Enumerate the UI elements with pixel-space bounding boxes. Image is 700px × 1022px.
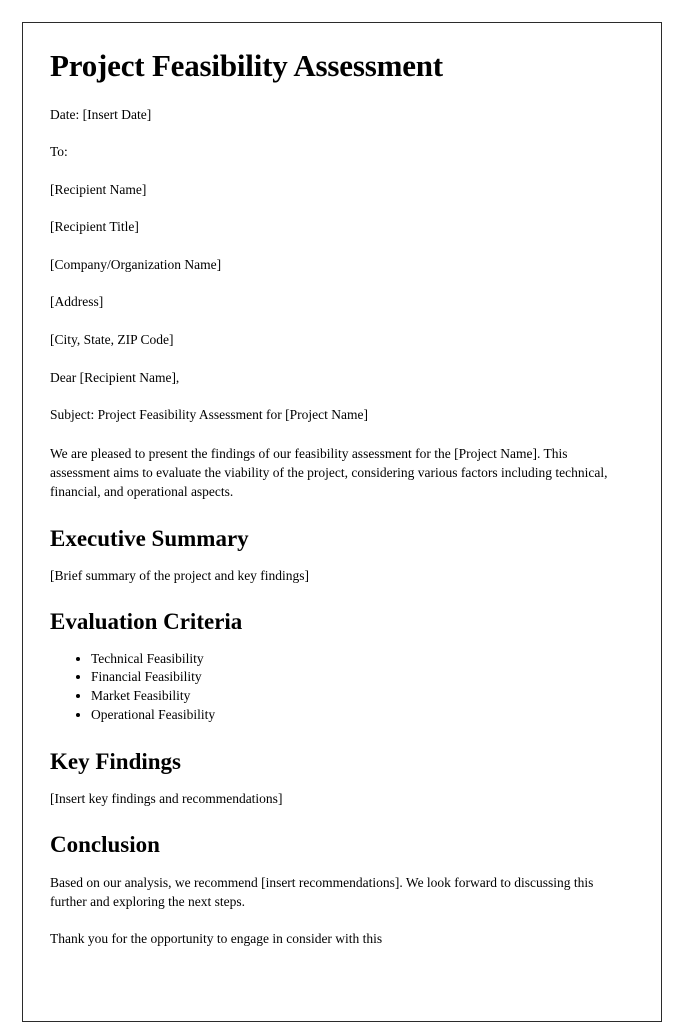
recipient-city-state-zip: [City, State, ZIP Code] <box>50 332 174 347</box>
list-item: Operational Feasibility <box>91 706 631 725</box>
recipient-title: [Recipient Title] <box>50 219 139 235</box>
heading-key-findings: Key Findings <box>50 749 182 775</box>
heading-conclusion: Conclusion <box>50 832 160 858</box>
evaluation-criteria-list: Technical Feasibility Financial Feasibil… <box>50 650 631 725</box>
conclusion-closing-line: Thank you for the opportunity to engage … <box>50 931 383 947</box>
list-item: Technical Feasibility <box>91 650 631 669</box>
recipient-company: [Company/Organization Name] <box>50 256 222 272</box>
date-line: Date: [Insert Date] <box>50 106 152 122</box>
document-body: Project Feasibility Assessment Date: [In… <box>23 23 661 949</box>
recipient-address: [Address] <box>50 294 104 310</box>
list-item: Market Feasibility <box>91 687 631 706</box>
conclusion-body: Based on our analysis, we recommend [ins… <box>50 875 594 910</box>
list-item: Financial Feasibility <box>91 668 631 687</box>
recipient-name: [Recipient Name] <box>50 181 147 197</box>
page-title: Project Feasibility Assessment <box>50 48 443 83</box>
heading-executive-summary: Executive Summary <box>50 526 249 552</box>
heading-evaluation-criteria: Evaluation Criteria <box>50 609 243 635</box>
key-findings-body: [Insert key findings and recommendations… <box>50 790 283 806</box>
document-page: Project Feasibility Assessment Date: [In… <box>22 22 662 1022</box>
executive-summary-body: [Brief summary of the project and key fi… <box>50 567 310 583</box>
to-label: To: <box>50 144 68 160</box>
subject-line: Subject: Project Feasibility Assessment … <box>50 407 368 423</box>
intro-paragraph: We are pleased to present the findings o… <box>50 445 608 499</box>
salutation: Dear [Recipient Name], <box>50 369 180 385</box>
